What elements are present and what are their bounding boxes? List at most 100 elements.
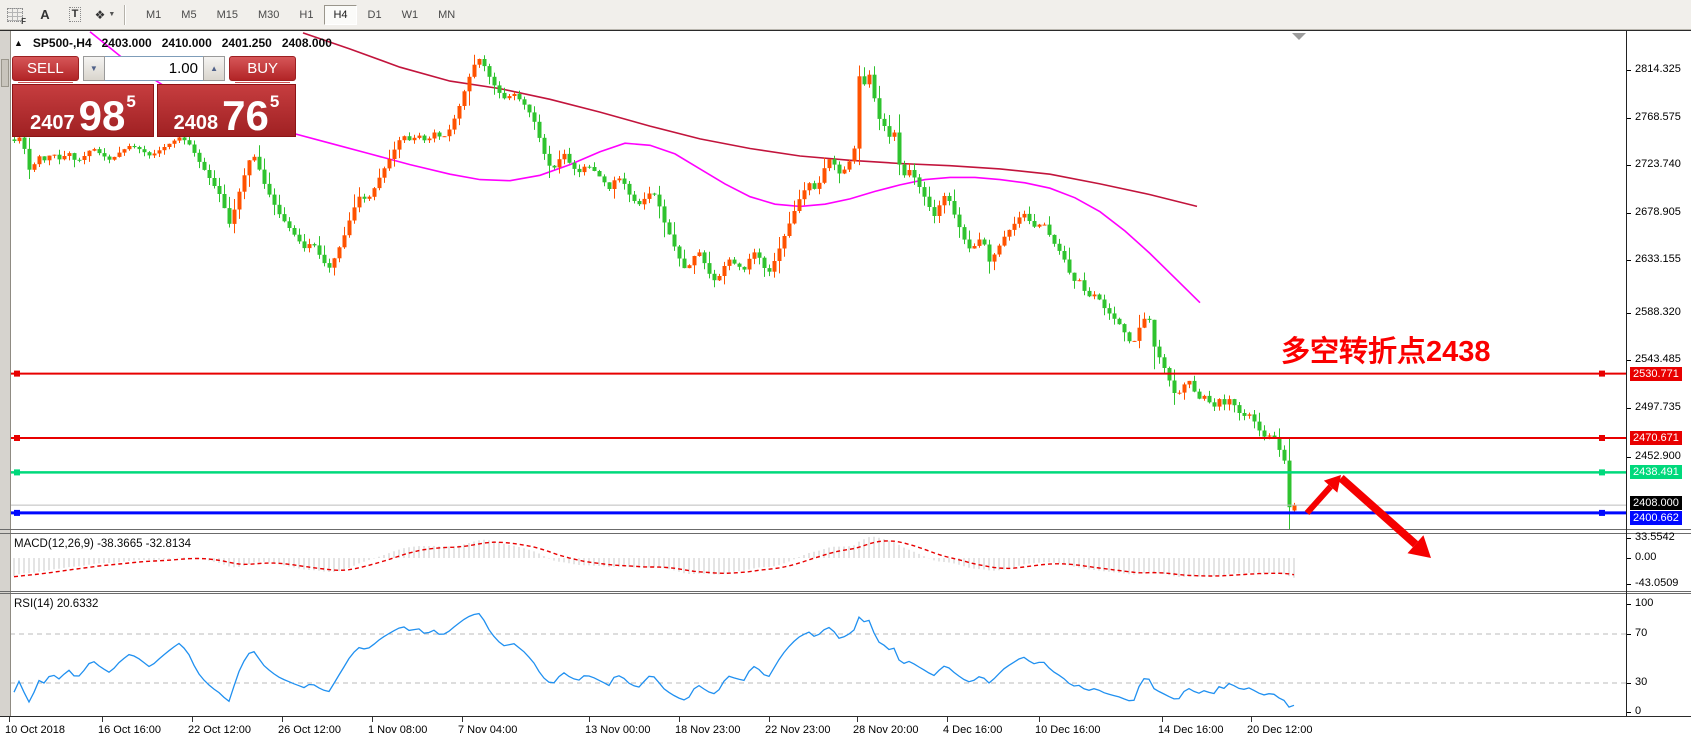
sell-price-display[interactable]: 2407 98 5	[12, 84, 154, 137]
time-tick-label: 20 Dec 12:00	[1247, 724, 1312, 736]
axis-tick	[1627, 213, 1631, 214]
axis-tick	[1627, 165, 1631, 166]
macd-pane-separator-top[interactable]	[0, 529, 1691, 530]
timeframe-button-m1[interactable]: M1	[137, 5, 170, 25]
time-axis-tick	[9, 717, 10, 722]
time-tick-label: 22 Oct 12:00	[188, 724, 251, 736]
macd-pane[interactable]	[10, 534, 1626, 591]
text-tool-icon: A	[40, 7, 49, 22]
axis-tick	[1627, 712, 1631, 713]
text-tool-button[interactable]: A	[33, 4, 57, 26]
shapes-tool-button[interactable]: ❖ ▼	[93, 4, 117, 26]
volume-decrease-button[interactable]: ▼	[83, 56, 105, 81]
axis-tick	[1627, 408, 1631, 409]
buy-price-prefix: 2408	[174, 113, 219, 133]
time-axis-tick	[102, 717, 103, 722]
time-tick-label: 18 Nov 23:00	[675, 724, 740, 736]
scroll-marker-icon	[1292, 33, 1306, 40]
price-tick-label: 0	[1635, 705, 1641, 717]
ohlc-low: 2401.250	[222, 36, 272, 50]
axis-tick	[1627, 634, 1631, 635]
left-splitter-handle[interactable]	[1, 59, 9, 87]
price-line-label: 2438.491	[1630, 465, 1682, 479]
price-line-label: 2400.662	[1630, 511, 1682, 525]
crosshair-f-label: F	[21, 17, 26, 26]
time-tick-label: 28 Nov 20:00	[853, 724, 918, 736]
price-tick-label: 2543.485	[1635, 353, 1681, 365]
buy-button[interactable]: BUY	[229, 56, 296, 81]
price-tick-label: 0.00	[1635, 551, 1656, 563]
symbol-marker-icon: ▲	[14, 38, 23, 48]
sell-button[interactable]: SELL	[12, 56, 79, 81]
price-tick-label: 33.5542	[1635, 531, 1675, 543]
rsi-pane-separator-top[interactable]	[0, 591, 1691, 592]
buy-price-display[interactable]: 2408 76 5	[157, 84, 296, 137]
rsi-levels	[10, 634, 1626, 683]
time-axis-tick	[192, 717, 193, 722]
price-line-label: 2408.000	[1630, 496, 1682, 510]
axis-tick	[1627, 313, 1631, 314]
time-axis-tick	[857, 717, 858, 722]
time-axis-tick	[1251, 717, 1252, 722]
horizontal-price-lines	[10, 371, 1626, 516]
price-tick-label: -43.0509	[1635, 577, 1678, 589]
time-axis[interactable]: 10 Oct 201816 Oct 16:0022 Oct 12:0026 Oc…	[0, 717, 1691, 748]
price-tick-label: 70	[1635, 627, 1647, 639]
timeframe-button-m5[interactable]: M5	[172, 5, 205, 25]
symbol-name: SP500-,H4	[33, 36, 92, 50]
rsi-pane-separator-bottom[interactable]	[0, 593, 1691, 594]
rsi-header: RSI(14) 20.6332	[14, 598, 98, 610]
chart-annotation: 多空转折点2438	[1281, 328, 1491, 370]
label-tool-button[interactable]: T	[63, 4, 87, 26]
axis-tick	[1627, 70, 1631, 71]
toolbar-separator	[124, 5, 126, 25]
one-click-trading-panel: SELL ▼ ▲ BUY 2407 98 5 2408 76 5	[12, 56, 296, 137]
timeframe-button-h4[interactable]: H4	[324, 5, 356, 25]
price-tick-label: 2452.900	[1635, 450, 1681, 462]
timeframe-button-mn[interactable]: MN	[429, 5, 464, 25]
time-axis-tick	[462, 717, 463, 722]
price-line-label: 2470.671	[1630, 431, 1682, 445]
axis-tick	[1627, 360, 1631, 361]
price-line-label: 2530.771	[1630, 367, 1682, 381]
left-splitter	[0, 31, 11, 716]
time-axis-tick	[1162, 717, 1163, 722]
axis-tick	[1627, 538, 1631, 539]
axis-tick	[1627, 604, 1631, 605]
caret-up-icon: ▲	[210, 64, 218, 73]
volume-increase-button[interactable]: ▲	[203, 56, 225, 81]
ohlc-open: 2403.000	[102, 36, 152, 50]
shapes-icon: ❖	[95, 8, 106, 22]
time-tick-label: 14 Dec 16:00	[1158, 724, 1223, 736]
macd-pane-separator-bottom[interactable]	[0, 533, 1691, 534]
symbol-header: ▲ SP500-,H4 2403.000 2410.000 2401.250 2…	[14, 36, 332, 50]
timeframe-button-m15[interactable]: M15	[208, 5, 247, 25]
timeframe-button-h1[interactable]: H1	[290, 5, 322, 25]
timeframe-button-m30[interactable]: M30	[249, 5, 288, 25]
axis-tick	[1627, 457, 1631, 458]
timeframe-button-d1[interactable]: D1	[359, 5, 391, 25]
crosshair-grid-icon: F	[7, 8, 23, 22]
price-axis[interactable]: 2814.3252768.5752723.7402678.9052633.155…	[1627, 31, 1691, 716]
volume-input[interactable]	[105, 56, 203, 81]
time-tick-label: 10 Dec 16:00	[1035, 724, 1100, 736]
buy-price-big: 76	[222, 99, 269, 133]
time-tick-label: 1 Nov 08:00	[368, 724, 427, 736]
axis-tick	[1627, 683, 1631, 684]
crosshair-tool-button[interactable]: F	[3, 4, 27, 26]
rsi-pane[interactable]	[10, 594, 1626, 716]
caret-down-icon: ▼	[90, 64, 98, 73]
time-tick-label: 13 Nov 00:00	[585, 724, 650, 736]
ohlc-high: 2410.000	[162, 36, 212, 50]
time-axis-tick	[372, 717, 373, 722]
timeframe-button-w1[interactable]: W1	[393, 5, 428, 25]
price-tick-label: 2588.320	[1635, 306, 1681, 318]
rsi-line	[14, 614, 1294, 708]
price-tick-label: 2768.575	[1635, 111, 1681, 123]
label-tool-icon: T	[69, 7, 82, 22]
price-tick-label: 2633.155	[1635, 253, 1681, 265]
timeframe-group: M1M5M15M30H1H4D1W1MN	[136, 5, 465, 25]
time-tick-label: 10 Oct 2018	[5, 724, 65, 736]
time-axis-tick	[947, 717, 948, 722]
time-axis-tick	[1039, 717, 1040, 722]
